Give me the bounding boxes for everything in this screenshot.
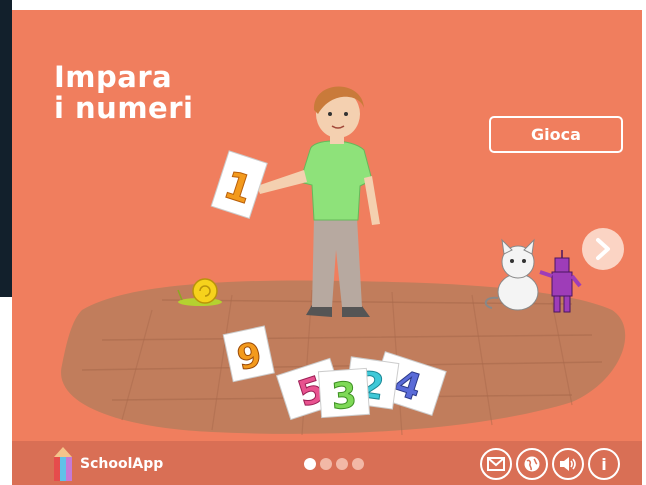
card-number-3: 3 [330,375,358,418]
web-button[interactable] [516,448,548,480]
page-dot-2[interactable] [320,458,332,470]
speaker-icon [560,457,576,471]
floor-card-3: 3 [317,367,371,418]
pencil-logo-icon [54,447,72,481]
next-page-button[interactable] [582,228,624,270]
held-card: 1 [210,150,268,220]
title-line-1: Impara [54,60,173,94]
mail-icon [487,457,505,471]
footer-bar: SchoolApp i [12,441,642,485]
brand-name: SchoolApp [80,456,164,472]
chevron-right-icon [596,238,610,260]
left-dark-strip [0,0,12,297]
brand-logo[interactable]: SchoolApp [52,447,163,481]
play-button[interactable]: Gioca [489,116,623,153]
info-button[interactable]: i [588,448,620,480]
page-dot-4[interactable] [352,458,364,470]
title-line-2: i numeri [54,91,194,125]
footer-actions: i [480,448,620,480]
globe-icon [524,456,540,472]
sound-button[interactable] [552,448,584,480]
page-title: Impara i numeri [54,62,193,124]
app-screen: 1 9 4 2 5 3 Impara i numeri Gioca School… [12,10,642,485]
page-dot-1[interactable] [304,458,316,470]
mail-button[interactable] [480,448,512,480]
page-indicator [304,458,364,470]
page-dot-3[interactable] [336,458,348,470]
info-icon: i [601,454,607,474]
